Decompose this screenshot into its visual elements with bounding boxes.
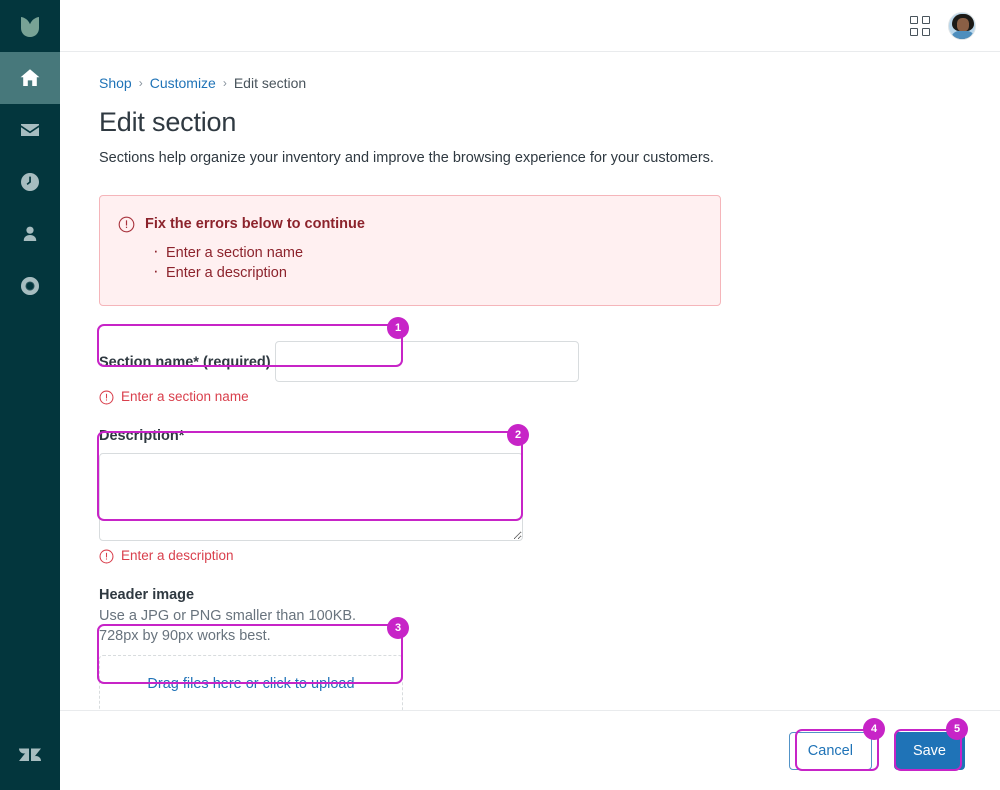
description-label: Description* xyxy=(99,428,185,444)
sidebar-item-mail[interactable] xyxy=(0,104,60,156)
description-error: Enter a description xyxy=(99,548,1000,564)
user-icon xyxy=(23,226,37,241)
breadcrumb-item-current: Edit section xyxy=(233,75,307,91)
header-image-dropzone[interactable]: Drag files here or click to upload xyxy=(99,655,403,713)
section-name-label: Section name* (required) xyxy=(99,354,271,371)
sidebar xyxy=(0,0,60,790)
error-alert-item: Enter a section name xyxy=(118,241,700,263)
form-footer: Cancel Save xyxy=(60,710,1000,790)
page-title: Edit section xyxy=(99,107,237,137)
lifebuoy-icon xyxy=(20,276,40,296)
error-alert-list: Enter a section name Enter a description xyxy=(118,241,700,283)
header-image-dropzone-label: Drag files here or click to upload xyxy=(147,676,355,692)
header-image-hint: Use a JPG or PNG smaller than 100KB. 728… xyxy=(99,608,357,644)
description-field: Description* Enter a description xyxy=(99,427,1000,564)
leaf-logo-icon xyxy=(21,17,39,37)
sidebar-item-user[interactable] xyxy=(0,208,60,260)
description-textarea[interactable] xyxy=(99,453,523,541)
header-image-field: Header image Use a JPG or PNG smaller th… xyxy=(99,586,1000,713)
avatar[interactable] xyxy=(948,11,976,40)
alert-circle-icon xyxy=(99,390,114,404)
main-content: Shop › Customize › Edit section Edit sec… xyxy=(60,52,1000,713)
mail-icon xyxy=(21,124,39,136)
error-alert: Fix the errors below to continue Enter a… xyxy=(99,195,721,306)
description-error-text: Enter a description xyxy=(121,548,234,563)
breadcrumb: Shop › Customize › Edit section xyxy=(99,74,1000,92)
breadcrumb-item-shop[interactable]: Shop xyxy=(99,74,132,92)
save-button[interactable]: Save xyxy=(893,731,965,770)
sidebar-nav-list xyxy=(0,52,60,312)
section-name-field: Section name* (required) Enter a section… xyxy=(99,333,1000,405)
topbar xyxy=(60,0,1000,52)
sidebar-brand-footer xyxy=(0,718,60,790)
apps-grid-cell xyxy=(910,15,918,24)
breadcrumb-item-customize[interactable]: Customize xyxy=(150,74,216,92)
sidebar-item-clock[interactable] xyxy=(0,156,60,208)
section-name-input[interactable] xyxy=(275,341,580,382)
breadcrumb-separator: › xyxy=(138,76,143,90)
alert-circle-icon xyxy=(118,216,135,232)
cancel-button[interactable]: Cancel xyxy=(788,731,872,770)
error-alert-item: Enter a description xyxy=(118,261,700,283)
clock-icon xyxy=(20,173,39,191)
header-image-label: Header image xyxy=(99,587,195,603)
zendesk-logo-icon xyxy=(19,748,41,761)
apps-grid-cell xyxy=(922,27,930,36)
section-name-error: Enter a section name xyxy=(99,389,1000,405)
avatar-shirt xyxy=(951,30,975,39)
apps-grid-cell xyxy=(910,27,918,36)
topbar-actions xyxy=(910,11,976,40)
breadcrumb-separator: › xyxy=(222,76,227,90)
avatar-face xyxy=(957,17,969,32)
error-alert-header: Fix the errors below to continue xyxy=(118,215,700,233)
home-icon xyxy=(20,69,40,86)
sidebar-item-support[interactable] xyxy=(0,260,60,312)
brand-logo[interactable] xyxy=(0,0,60,52)
app-root: Shop › Customize › Edit section Edit sec… xyxy=(0,0,1000,790)
apps-grid-cell xyxy=(922,15,930,24)
sidebar-item-home[interactable] xyxy=(0,52,60,104)
error-alert-title: Fix the errors below to continue xyxy=(145,216,365,232)
page-subtitle: Sections help organize your inventory an… xyxy=(99,150,714,166)
section-name-error-text: Enter a section name xyxy=(121,389,249,404)
alert-circle-icon xyxy=(99,549,114,563)
apps-grid-icon[interactable] xyxy=(910,15,930,36)
